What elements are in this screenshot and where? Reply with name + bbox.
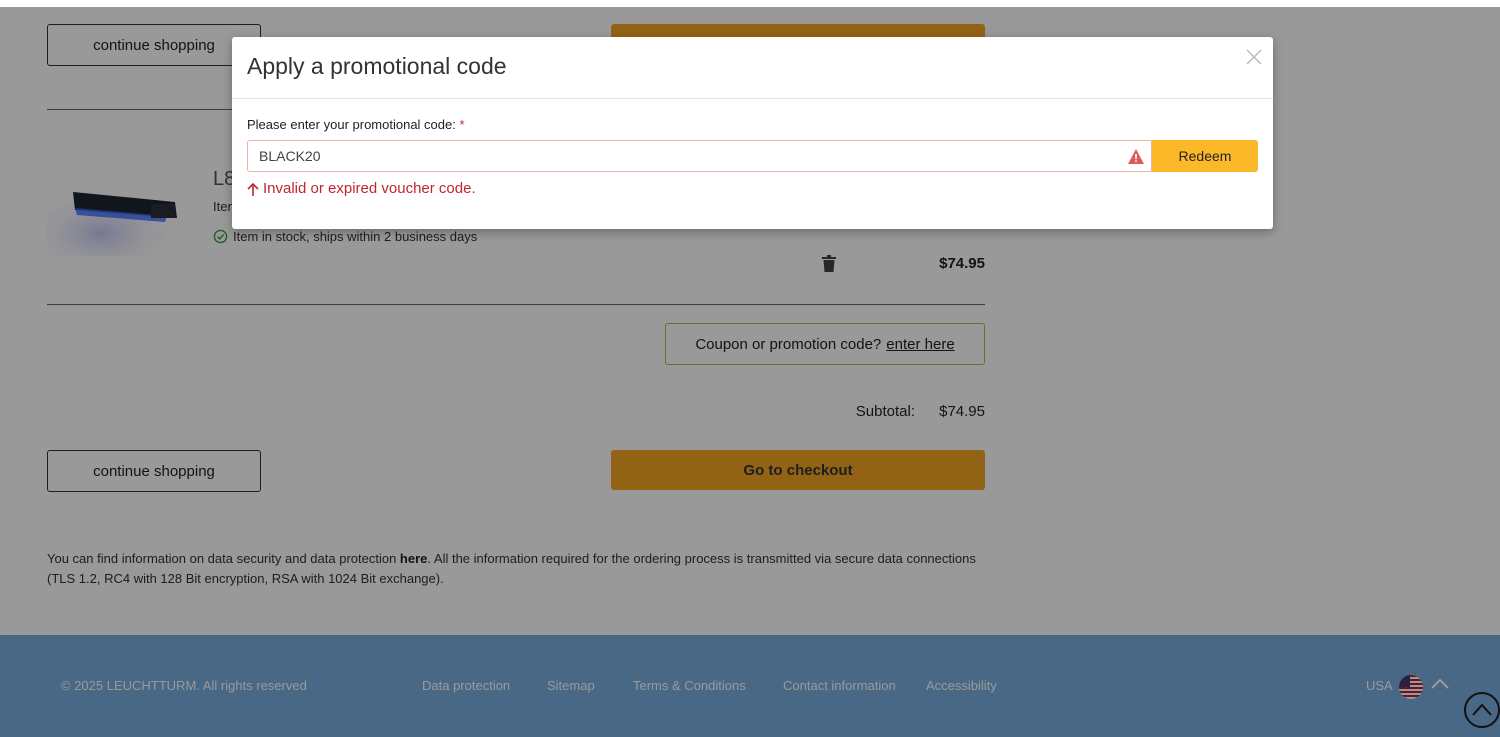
cart-page: continue shopping Go to checkout L8 Iten… bbox=[0, 0, 1500, 737]
promo-field-label-text: Please enter your promotional code: bbox=[247, 117, 456, 132]
modal-header: Apply a promotional code bbox=[232, 37, 1273, 99]
error-text: Invalid or expired voucher code. bbox=[263, 180, 476, 197]
required-mark: * bbox=[459, 117, 465, 132]
close-icon[interactable] bbox=[1244, 47, 1264, 67]
modal-title: Apply a promotional code bbox=[247, 53, 507, 79]
scroll-top-icon[interactable] bbox=[1462, 690, 1500, 730]
promo-code-input[interactable] bbox=[248, 141, 1108, 171]
promo-field-label: Please enter your promotional code: * bbox=[247, 117, 465, 132]
redeem-button[interactable]: Redeem bbox=[1152, 140, 1258, 172]
promo-input-wrapper bbox=[247, 140, 1152, 172]
promo-error-message: Invalid or expired voucher code. bbox=[247, 180, 476, 197]
warning-icon bbox=[1128, 149, 1144, 164]
arrow-up-icon bbox=[247, 182, 259, 196]
top-bar bbox=[0, 0, 1500, 7]
promo-code-modal: Apply a promotional code Please enter yo… bbox=[232, 37, 1273, 229]
